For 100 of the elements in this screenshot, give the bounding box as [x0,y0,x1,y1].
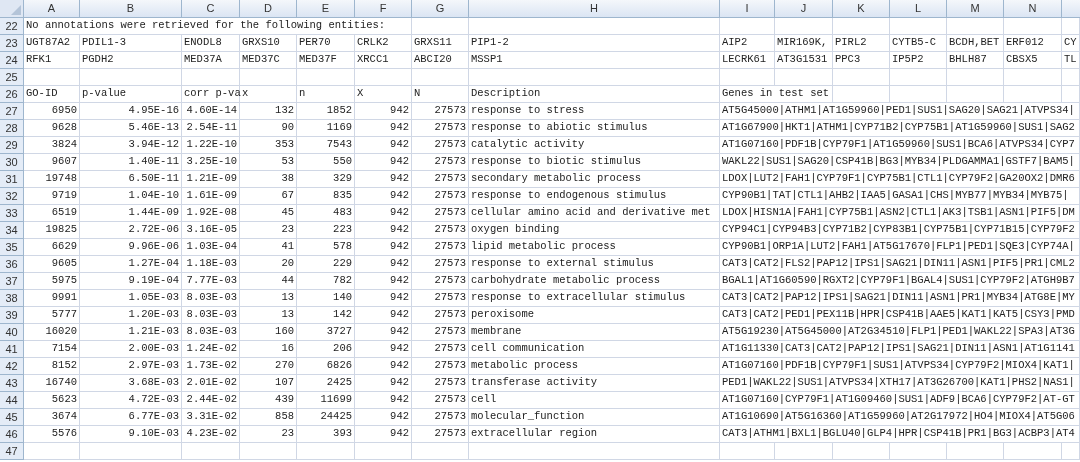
table-cell: 19825 [24,222,80,239]
row-header[interactable]: 47 [0,443,24,460]
row-header[interactable]: 45 [0,409,24,426]
row-header[interactable]: 29 [0,137,24,154]
column-header[interactable]: I [720,0,775,18]
row-header[interactable]: 23 [0,35,24,52]
table-cell: LECRK61 [720,52,775,69]
row-header[interactable]: 43 [0,375,24,392]
row-header[interactable]: 36 [0,256,24,273]
table-cell: 16740 [24,375,80,392]
row-header[interactable]: 46 [0,426,24,443]
column-header[interactable]: E [297,0,355,18]
column-header[interactable]: B [80,0,182,18]
column-header[interactable]: L [890,0,947,18]
row-header[interactable]: 39 [0,307,24,324]
table-cell: 5623 [24,392,80,409]
table-cell: 353 [240,137,297,154]
empty-cell [182,69,240,86]
row-header[interactable]: 26 [0,86,24,103]
row-header[interactable]: 27 [0,103,24,120]
table-cell: 5.46E-13 [80,120,182,137]
table-cell: ENODL8 [182,35,240,52]
table-cell: 7154 [24,341,80,358]
table-cell: 8.03E-03 [182,324,240,341]
table-cell: 2.44E-02 [182,392,240,409]
row-header[interactable]: 33 [0,205,24,222]
table-cell: AT3G1531 [775,52,833,69]
table-cell: 90 [240,120,297,137]
table-cell: IP5P2 [890,52,947,69]
row-header[interactable]: 24 [0,52,24,69]
column-header[interactable]: G [412,0,469,18]
row-header[interactable]: 38 [0,290,24,307]
row-header[interactable]: 31 [0,171,24,188]
table-cell: 23 [240,426,297,443]
table-cell: 27573 [412,239,469,256]
column-header[interactable]: K [833,0,890,18]
table-cell: 27573 [412,426,469,443]
row-header[interactable]: 22 [0,18,24,35]
row-header[interactable]: 40 [0,324,24,341]
table-cell: response to stress [469,103,720,120]
table-cell: 2425 [297,375,355,392]
table-cell: 27573 [412,154,469,171]
table-cell: CYP94C1|CYP94B3|CYP71B2|CYP83B1|CYP75B1|CYP71B15|CYP79F2 [720,222,1080,239]
table-cell: 7543 [297,137,355,154]
column-header[interactable]: H [469,0,720,18]
table-cell: extracellular region [469,426,720,443]
table-cell: 132 [240,103,297,120]
table-cell: CAT3|ATHM1|BXL1|BGLU40|GLP4|HPR|CSP41B|PR1|BG3|ACBP3|AT4 [720,426,1080,443]
row-header[interactable]: 35 [0,239,24,256]
table-cell: 3.16E-05 [182,222,240,239]
table-cell: 1852 [297,103,355,120]
row-header[interactable]: 25 [0,69,24,86]
table-cell: PED1|WAKL22|SUS1|ATVPS34|XTH17|AT3G26700|KAT1|PHS2|NAS1| [720,375,1080,392]
table-cell: 942 [355,103,412,120]
empty-cell [297,69,355,86]
table-cell: 27573 [412,188,469,205]
table-cell: BCDH,BET [947,35,1004,52]
table-cell: Genes in test set [720,86,833,103]
column-header[interactable]: M [947,0,1004,18]
table-cell: 4.23E-02 [182,426,240,443]
column-header[interactable]: N [1004,0,1062,18]
table-cell: BGAL1|AT1G60590|RGXT2|CYP79F1|BGAL4|SUS1|CYP79F2|ATGH9B7 [720,273,1080,290]
row-header[interactable]: 37 [0,273,24,290]
table-cell: XRCC1 [355,52,412,69]
table-cell: 24425 [297,409,355,426]
table-cell: 4.60E-14 [182,103,240,120]
row-header[interactable]: 44 [0,392,24,409]
table-cell: response to extracellular stimulus [469,290,720,307]
table-cell: 329 [297,171,355,188]
row-header[interactable]: 41 [0,341,24,358]
row-header[interactable]: 32 [0,188,24,205]
column-header[interactable]: C [182,0,240,18]
table-cell: 9991 [24,290,80,307]
column-header[interactable] [1062,0,1080,18]
table-cell: membrane [469,324,720,341]
row-header[interactable]: 28 [0,120,24,137]
table-cell: AT1G11330|CAT3|CAT2|PAP12|IPS1|SAG21|DIN11|ASN1|AT1G1141 [720,341,1080,358]
table-cell: 3.68E-03 [80,375,182,392]
table-cell: 53 [240,154,297,171]
column-header[interactable]: J [775,0,833,18]
row-header[interactable]: 42 [0,358,24,375]
table-cell: RFK1 [24,52,80,69]
empty-cell [833,69,890,86]
table-cell: 942 [355,154,412,171]
select-all-button[interactable] [0,0,24,18]
column-header[interactable]: F [355,0,412,18]
table-cell: 1.27E-04 [80,256,182,273]
column-header[interactable]: A [24,0,80,18]
table-cell: Description [469,86,720,103]
empty-cell [297,443,355,460]
empty-cell [947,86,1004,103]
table-cell: 942 [355,205,412,222]
row-header[interactable]: 34 [0,222,24,239]
empty-cell [890,69,947,86]
row-header[interactable]: 30 [0,154,24,171]
table-cell: 942 [355,426,412,443]
table-cell: 2.00E-03 [80,341,182,358]
table-cell: response to biotic stimulus [469,154,720,171]
column-header[interactable]: D [240,0,297,18]
table-cell: 942 [355,137,412,154]
